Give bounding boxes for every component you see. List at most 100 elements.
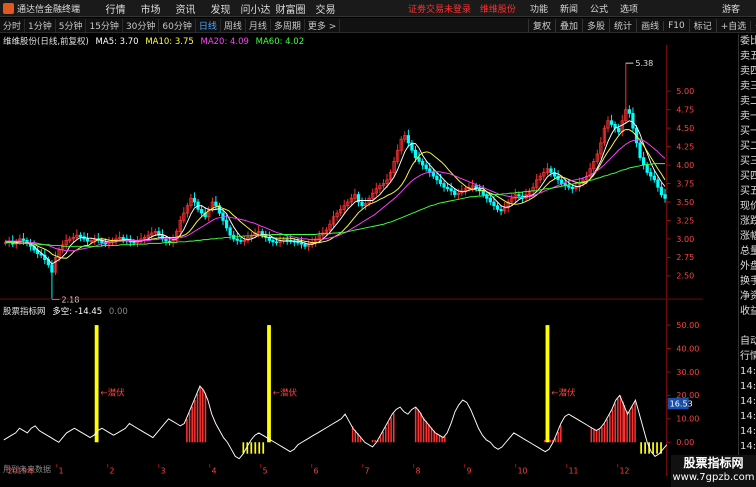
candle-body [449, 188, 453, 192]
menu-item-newsfeed[interactable]: 新闻 [560, 2, 578, 15]
candle-body [453, 190, 457, 195]
signal-label: ←潜伏 [100, 386, 125, 398]
red-bar [619, 395, 622, 443]
tab-monthly[interactable]: 月线 [246, 18, 271, 32]
tick-time[interactable]: 自动 [739, 334, 756, 349]
menu-item-discover[interactable]: 发现 [203, 1, 238, 16]
candle-body [271, 240, 275, 243]
guest-login[interactable]: 游客 [722, 2, 740, 15]
red-bar [622, 401, 624, 443]
yellow-bar [656, 442, 658, 454]
candle-body [417, 157, 421, 162]
draw-line-button[interactable]: 画线 [636, 19, 663, 32]
candle-body [413, 149, 418, 159]
menu-item-quotes[interactable]: 行情 [98, 1, 133, 16]
tick-time: 14:56 [740, 426, 756, 437]
price-tick-label: 3.00 [676, 234, 694, 244]
quote-label: 买五 [740, 186, 756, 197]
quote-label: 买四 [740, 171, 756, 182]
red-bar [374, 439, 376, 443]
menu-item-market[interactable]: 市场 [133, 1, 168, 16]
tab-1min[interactable]: 1分钟 [25, 18, 56, 32]
tab-30min[interactable]: 30分钟 [123, 18, 160, 32]
add-watchlist-button[interactable]: +自选 [715, 19, 751, 32]
multi-stock-button[interactable]: 多股 [582, 19, 609, 32]
red-bar [382, 431, 384, 443]
overlay-button[interactable]: 叠加 [555, 19, 582, 32]
login-alert[interactable]: 证劵交易未登录 维维股份 [408, 2, 522, 15]
adjust-button[interactable]: 复权 [528, 19, 555, 32]
tab-60min[interactable]: 60分钟 [159, 18, 196, 32]
red-bar [626, 411, 628, 443]
candle-body [656, 179, 660, 188]
red-bar [420, 412, 422, 443]
candle-body [303, 243, 307, 247]
date-tick-label: 4 [212, 466, 217, 475]
red-bar [186, 419, 188, 443]
main-grid [666, 44, 671, 477]
stock-label: 维维股份(日线,前复权) [3, 37, 89, 47]
quote-label: 买三 [740, 156, 756, 167]
app-logo: 通达信金融终端 [0, 2, 98, 15]
red-bar [549, 439, 551, 443]
red-bar [601, 426, 603, 443]
menu-item-ask[interactable]: 问小达 [238, 1, 273, 16]
date-tick-label: 3 [161, 466, 166, 475]
date-tick-label: 8 [416, 466, 421, 475]
quote-label: 收益 [740, 306, 756, 317]
red-bar [199, 387, 201, 443]
alert-stock-name: 维维股份 [479, 5, 516, 15]
candle-body [517, 194, 521, 197]
tab-timeshare[interactable]: 分时 [0, 18, 26, 32]
candle-body [50, 264, 54, 273]
quote-label: 卖二 [740, 96, 756, 107]
candle-body [421, 160, 425, 166]
signal-bar [267, 325, 271, 443]
candle-body [285, 239, 289, 241]
collapse-panel-icon[interactable]: ◁ [750, 20, 756, 31]
stats-button[interactable]: 统计 [609, 19, 636, 32]
red-bar [392, 413, 395, 443]
red-bar [609, 414, 611, 443]
app-title: 通达信金融终端 [17, 4, 81, 15]
candlesticks [3, 105, 667, 277]
candle-body [438, 179, 443, 184]
tab-more[interactable]: 更多 > [305, 18, 341, 32]
tab-15min[interactable]: 15分钟 [86, 18, 123, 32]
candle-body [617, 127, 621, 133]
red-bar [204, 392, 207, 443]
mark-button[interactable]: 标记 [688, 19, 716, 32]
quote-label: 买一 [740, 126, 756, 137]
menu-item-options[interactable]: 选项 [620, 2, 638, 15]
red-bar [606, 419, 608, 443]
red-bar [414, 407, 417, 443]
quote-label: 涨幅 [740, 231, 756, 242]
tab-5min[interactable]: 5分钟 [56, 18, 87, 32]
red-bar [614, 403, 616, 443]
tick-time[interactable]: 行情 [739, 349, 756, 364]
signal-bar [94, 325, 99, 443]
tab-multi-period[interactable]: 多周期 [271, 18, 305, 32]
tab-weekly[interactable]: 周线 [221, 18, 246, 32]
menu-item-trade[interactable]: 交易 [308, 1, 343, 16]
red-bar [611, 409, 614, 443]
current-value-label: 16.53 [670, 398, 693, 408]
menu-item-news[interactable]: 资讯 [168, 1, 203, 16]
ma60-line [5, 163, 665, 247]
date-tick-label: 9 [467, 466, 472, 475]
login-alert-text: 证劵交易未登录 [408, 5, 472, 15]
date-tick-label: 11 [569, 466, 579, 475]
menu-item-wealth[interactable]: 财富圈 [273, 1, 308, 16]
tab-daily[interactable]: 日线 [196, 18, 221, 32]
quote-label: 卖一 [740, 111, 756, 122]
candle-body [132, 241, 136, 244]
red-bar [194, 400, 196, 443]
main-legend: 维维股份(日线,前复权) MA5: 3.70 MA10: 3.75 MA20: … [3, 35, 308, 47]
main-menu: 行情 市场 资讯 发现 问小达 财富圈 交易 [98, 1, 343, 16]
red-bar [617, 398, 619, 443]
quote-label: 买二 [740, 141, 756, 152]
menu-item-function[interactable]: 功能 [530, 2, 548, 15]
f10-button[interactable]: F10 [663, 20, 689, 31]
menu-item-formula[interactable]: 公式 [590, 2, 608, 15]
chart-area[interactable]: 5.382.18 5.004.754.504.254.003.753.503.2… [0, 34, 703, 487]
